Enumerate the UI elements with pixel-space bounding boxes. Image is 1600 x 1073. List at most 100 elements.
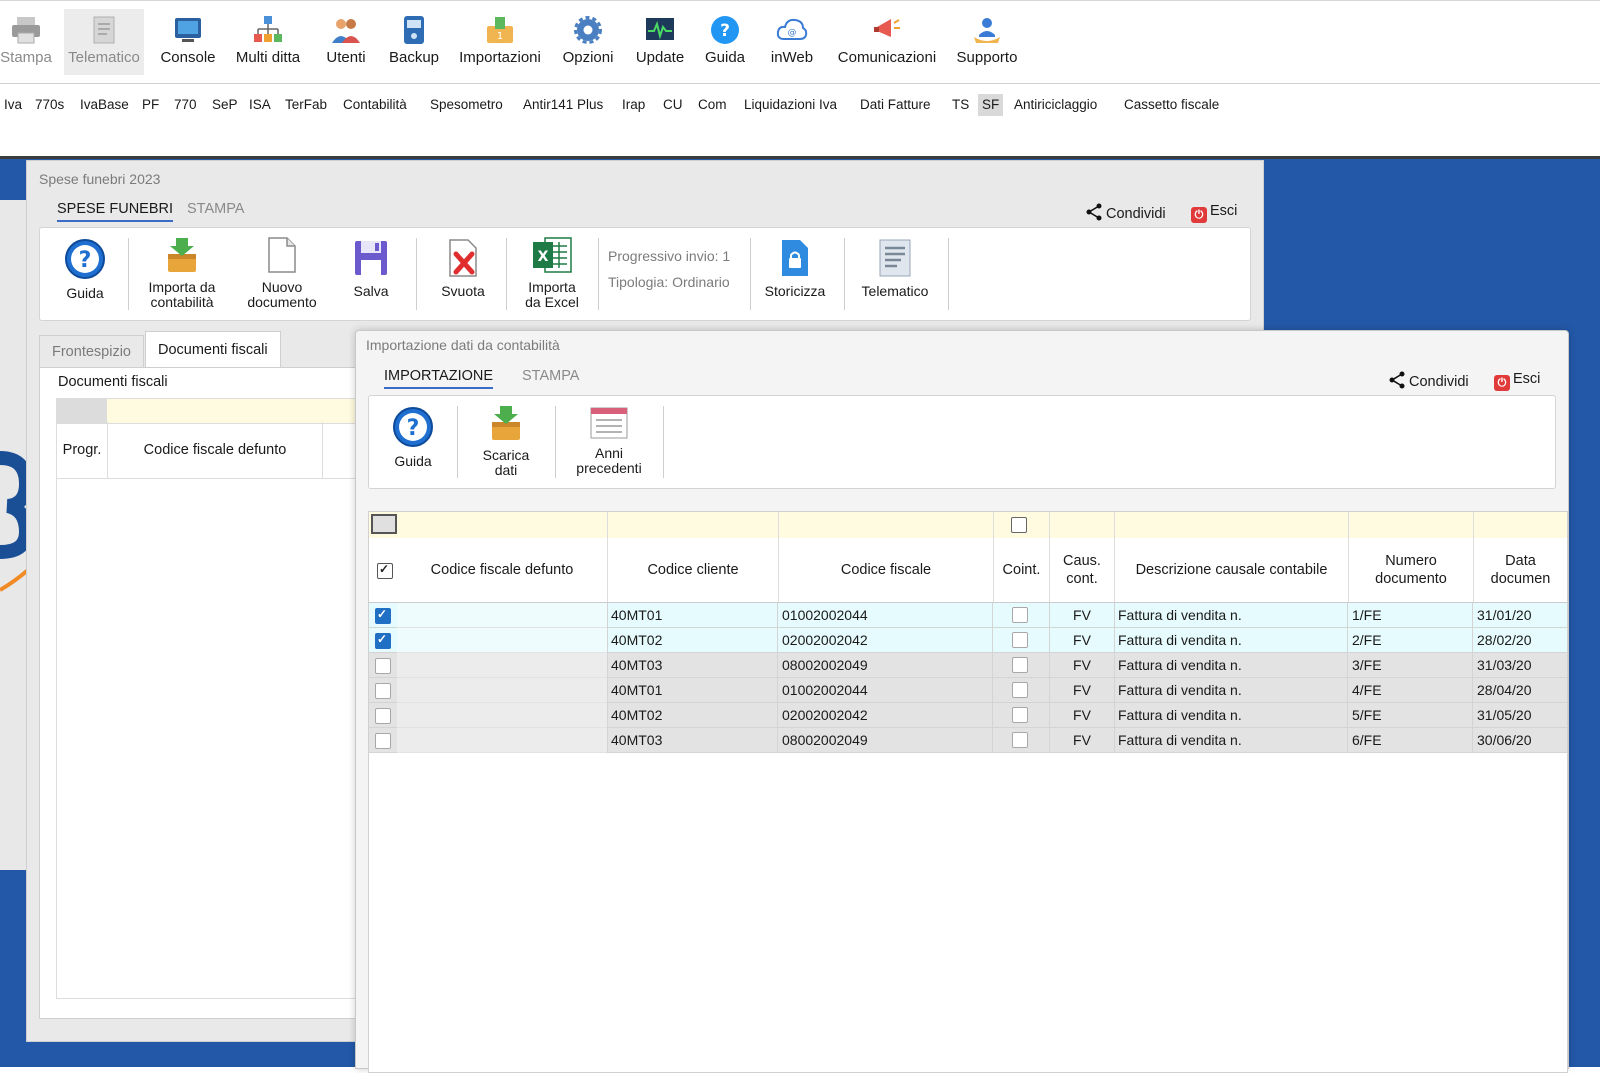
table-row[interactable]: 40MT03 08002002049 FV Fattura di vendita n.… bbox=[369, 653, 1567, 678]
tab-stampa[interactable]: STAMPA bbox=[522, 368, 579, 387]
row-select-checkbox[interactable] bbox=[375, 733, 391, 749]
module-tab-ts[interactable]: TS bbox=[948, 94, 973, 116]
cell-cf-defunto[interactable] bbox=[397, 728, 608, 753]
module-tab-cassetto-fiscale[interactable]: Cassetto fiscale bbox=[1120, 94, 1223, 116]
ribbon-console-button[interactable]: Console bbox=[156, 9, 220, 75]
module-tab-770[interactable]: 770 bbox=[170, 94, 201, 116]
col-codice-fiscale[interactable]: Codice fiscale bbox=[779, 538, 994, 602]
scarica-dati-button[interactable]: Scarica dati bbox=[467, 404, 545, 478]
ribbon-importazioni-button[interactable]: 1 Importazioni bbox=[454, 9, 546, 75]
col-codice-fiscale-defunto[interactable]: Codice fiscale defunto bbox=[108, 422, 323, 478]
ribbon-supporto-button[interactable]: Supporto bbox=[950, 9, 1024, 75]
exit-button[interactable]: ⏻ Esci bbox=[1191, 203, 1237, 223]
nuovo-documento-button[interactable]: Nuovo documento bbox=[236, 236, 328, 310]
lock-document-icon bbox=[782, 240, 808, 276]
row-select-checkbox[interactable] bbox=[375, 683, 391, 699]
module-tab-iva[interactable]: Iva bbox=[0, 94, 26, 116]
col-progr[interactable]: Progr. bbox=[57, 422, 108, 478]
coint-checkbox[interactable] bbox=[1012, 732, 1028, 748]
importa-contabilita-button[interactable]: Importa da contabilità bbox=[140, 236, 224, 310]
module-tab-terfab[interactable]: TerFab bbox=[281, 94, 331, 116]
tab-frontespizio[interactable]: Frontespizio bbox=[39, 335, 144, 368]
ribbon-inweb-button[interactable]: @ inWeb bbox=[762, 9, 822, 75]
svuota-button[interactable]: Svuota bbox=[430, 238, 496, 299]
module-tab-com[interactable]: Com bbox=[694, 94, 731, 116]
ribbon-opzioni-button[interactable]: Opzioni bbox=[556, 9, 620, 75]
col-descrizione-causale[interactable]: Descrizione causale contabile bbox=[1115, 538, 1349, 602]
module-tab-sf[interactable]: SF bbox=[978, 94, 1004, 116]
coint-filter-checkbox[interactable] bbox=[1011, 517, 1027, 533]
module-tab-antiriciclaggio[interactable]: Antiriciclaggio bbox=[1010, 94, 1101, 116]
module-tab-cu[interactable]: CU bbox=[659, 94, 687, 116]
table-row[interactable]: 40MT03 08002002049 FV Fattura di vendita n.… bbox=[369, 728, 1567, 753]
storicizza-button[interactable]: Storicizza bbox=[760, 238, 830, 299]
coint-checkbox[interactable] bbox=[1012, 707, 1028, 723]
telematico-button[interactable]: Telematico bbox=[854, 238, 936, 299]
ribbon-comunicazioni-button[interactable]: Comunicazioni bbox=[832, 9, 942, 75]
table-row[interactable]: 40MT0202002002042 FVFattura di vendita n.… bbox=[369, 703, 1567, 728]
row-select-checkbox[interactable] bbox=[375, 658, 391, 674]
ribbon-telematico-button[interactable]: Telematico bbox=[64, 9, 144, 75]
ribbon-backup-button[interactable]: Backup bbox=[386, 9, 442, 75]
ribbon-supporto-label: Supporto bbox=[956, 49, 1018, 66]
guida-button[interactable]: ? Guida bbox=[54, 238, 116, 301]
salva-button[interactable]: Salva bbox=[340, 238, 402, 299]
window-title: Spese funebri 2023 bbox=[39, 171, 161, 187]
row-select-checkbox[interactable] bbox=[375, 607, 391, 624]
exit-label: Esci bbox=[1513, 371, 1541, 387]
cell-cliente: 40MT03 bbox=[611, 653, 778, 678]
module-tab-antir141[interactable]: Antir141 Plus bbox=[519, 94, 607, 116]
cell-cf-defunto[interactable] bbox=[397, 703, 608, 728]
module-tab-contabilita[interactable]: Contabilità bbox=[339, 94, 411, 116]
coint-checkbox[interactable] bbox=[1012, 682, 1028, 698]
col-coint[interactable]: Coint. bbox=[994, 538, 1050, 602]
cell-data: 30/06/20 bbox=[1477, 728, 1567, 753]
col-caus-cont[interactable]: Caus. cont. bbox=[1050, 538, 1115, 602]
ribbon-update-button[interactable]: Update bbox=[630, 9, 690, 75]
filter-row[interactable] bbox=[56, 398, 380, 424]
col-numero-documento[interactable]: Numero documento bbox=[1349, 538, 1474, 602]
toolbar-separator bbox=[416, 238, 417, 310]
importa-excel-button[interactable]: X Importa da Excel bbox=[516, 236, 588, 310]
table-row[interactable]: 40MT0202002002042 FVFattura di vendita n.… bbox=[369, 628, 1567, 653]
module-tab-irap[interactable]: Irap bbox=[618, 94, 649, 116]
coint-checkbox[interactable] bbox=[1012, 607, 1028, 623]
ribbon-multi-ditta-button[interactable]: Multi ditta bbox=[230, 9, 306, 75]
col-codice-fiscale-defunto[interactable]: Codice fiscale defunto bbox=[397, 538, 608, 602]
ribbon-utenti-button[interactable]: Utenti bbox=[318, 9, 374, 75]
module-tab-spesometro[interactable]: Spesometro bbox=[426, 94, 507, 116]
module-tab-sep[interactable]: SeP bbox=[208, 94, 242, 116]
ribbon-stampa-button[interactable]: Stampa bbox=[0, 9, 52, 75]
cell-cf-defunto[interactable] bbox=[397, 628, 608, 653]
header-select-checkbox[interactable] bbox=[377, 562, 393, 579]
ribbon-guida-button[interactable]: ? Guida bbox=[700, 9, 750, 75]
tab-stampa[interactable]: STAMPA bbox=[187, 201, 244, 220]
cell-cf-defunto[interactable] bbox=[397, 653, 608, 678]
row-select-checkbox[interactable] bbox=[375, 632, 391, 649]
row-select-checkbox[interactable] bbox=[375, 708, 391, 724]
module-tab-ivabase[interactable]: IvaBase bbox=[76, 94, 133, 116]
table-row[interactable]: 40MT0101002002044 FVFattura di vendita n.… bbox=[369, 678, 1567, 703]
col-data-documento[interactable]: Data documen bbox=[1474, 538, 1567, 602]
tab-spese-funebri[interactable]: SPESE FUNEBRI bbox=[57, 201, 174, 222]
cell-cf-defunto[interactable] bbox=[397, 603, 608, 628]
tab-importazione[interactable]: IMPORTAZIONE bbox=[384, 368, 494, 389]
module-tab-dati-fatture[interactable]: Dati Fatture bbox=[856, 94, 935, 116]
coint-checkbox[interactable] bbox=[1012, 632, 1028, 648]
share-button[interactable]: Condividi bbox=[1085, 203, 1166, 222]
tab-documenti-fiscali[interactable]: Documenti fiscali bbox=[145, 331, 281, 368]
exit-button[interactable]: ⏻ Esci bbox=[1494, 371, 1540, 391]
module-tab-isa[interactable]: ISA bbox=[245, 94, 275, 116]
anni-precedenti-button[interactable]: Anni precedenti bbox=[563, 406, 655, 476]
guida-button[interactable]: ? Guida bbox=[381, 406, 445, 469]
module-tab-pf[interactable]: PF bbox=[138, 94, 163, 116]
share-button[interactable]: Condividi bbox=[1388, 371, 1469, 390]
select-all-box[interactable] bbox=[371, 514, 397, 534]
cell-cf-defunto[interactable] bbox=[397, 678, 608, 703]
col-codice-cliente[interactable]: Codice cliente bbox=[608, 538, 779, 602]
coint-checkbox[interactable] bbox=[1012, 657, 1028, 673]
module-tab-liquidazioni-iva[interactable]: Liquidazioni Iva bbox=[740, 94, 841, 116]
module-tab-770s[interactable]: 770s bbox=[31, 94, 68, 116]
filter-row[interactable] bbox=[369, 512, 1567, 539]
table-row[interactable]: 40MT0101002002044 FVFattura di vendita n.… bbox=[369, 603, 1567, 628]
